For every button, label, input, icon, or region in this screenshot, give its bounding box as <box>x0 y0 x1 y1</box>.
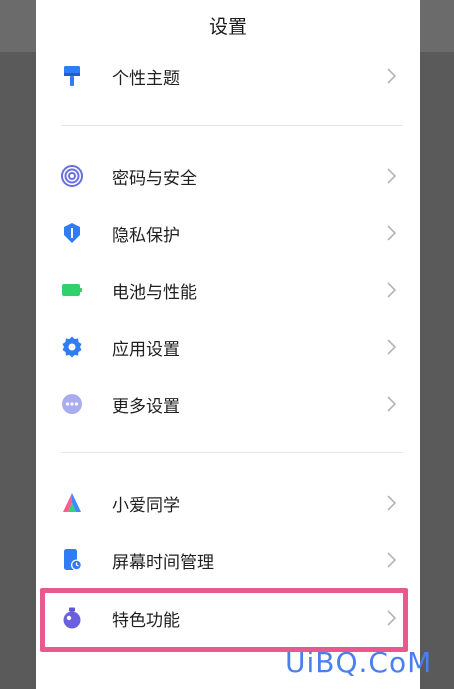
highlight-box <box>40 588 408 652</box>
settings-item-label: 密码与安全 <box>112 169 197 189</box>
settings-item-label: 屏幕时间管理 <box>112 553 214 573</box>
settings-item-label: 应用设置 <box>112 340 180 360</box>
settings-item-more-settings[interactable]: 更多设置 <box>36 379 420 429</box>
background-left <box>0 0 36 689</box>
chevron-right-icon <box>387 495 397 511</box>
shield-icon <box>64 223 80 243</box>
settings-item-privacy[interactable]: 隐私保护 <box>36 208 420 258</box>
page-title: 设置 <box>208 16 247 38</box>
watermark: UiBQ.CoM <box>285 646 433 679</box>
settings-item-label: 更多设置 <box>112 397 180 417</box>
chevron-right-icon <box>387 282 397 298</box>
settings-item-theme[interactable]: 个性主题 <box>36 51 420 101</box>
chevron-right-icon <box>387 168 397 184</box>
assistant-icon <box>63 493 81 512</box>
settings-item-label: 小爱同学 <box>112 496 180 516</box>
fingerprint-icon <box>61 165 83 187</box>
chevron-right-icon <box>387 339 397 355</box>
settings-item-password-security[interactable]: 密码与安全 <box>36 151 420 201</box>
settings-item-battery-performance[interactable]: 电池与性能 <box>36 265 420 315</box>
settings-panel: 设置 个性主题 密码与安全 隐私保护 电池与性能 应用设置 更多设置 小爱同学 … <box>36 0 420 689</box>
paint-brush-icon <box>64 66 80 86</box>
settings-item-app-settings[interactable]: 应用设置 <box>36 322 420 372</box>
settings-item-xiaoai[interactable]: 小爱同学 <box>36 478 420 528</box>
settings-item-label: 隐私保护 <box>112 226 180 246</box>
gear-icon <box>62 336 82 358</box>
chevron-right-icon <box>387 396 397 412</box>
group-divider <box>61 125 403 126</box>
battery-icon <box>62 284 82 296</box>
settings-item-screen-time[interactable]: 屏幕时间管理 <box>36 535 420 585</box>
screen-time-icon <box>64 549 82 571</box>
settings-item-label: 个性主题 <box>112 69 180 89</box>
chevron-right-icon <box>387 225 397 241</box>
chevron-right-icon <box>387 552 397 568</box>
more-dots-icon <box>62 394 82 414</box>
settings-item-label: 电池与性能 <box>112 283 197 303</box>
group-divider <box>61 452 403 453</box>
chevron-right-icon <box>387 68 397 84</box>
background-right <box>420 0 454 689</box>
